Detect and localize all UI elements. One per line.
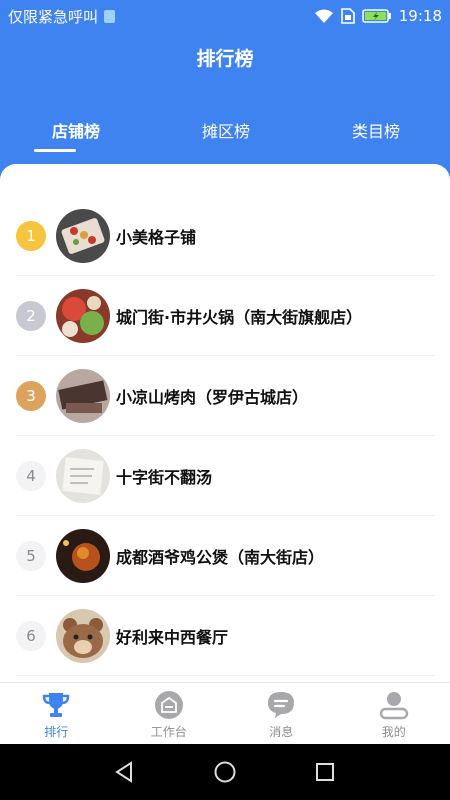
rank-badge: 3: [16, 380, 46, 411]
shop-name: 成都酒爷鸡公煲（南大街店）: [116, 547, 325, 567]
battery-icon: [362, 9, 391, 23]
clock-text: 19:18: [398, 7, 442, 25]
ranking-row[interactable]: 4 十字街不翻汤: [16, 436, 434, 516]
back-icon[interactable]: [112, 760, 136, 784]
nav-workbench[interactable]: 工作台: [113, 683, 226, 744]
nav-label: 消息: [269, 725, 294, 739]
page-title: 排行榜: [196, 48, 254, 70]
shop-name: 好利来中西餐厅: [116, 627, 229, 647]
ranking-row[interactable]: 6 好利来中西餐厅: [16, 596, 434, 676]
shop-name: 小凉山烤肉（罗伊古城店）: [116, 387, 309, 407]
shop-thumbnail: [56, 528, 110, 583]
ranking-list: 1 小美格子铺 2 城门街·市井火锅（南大街旗舰店） 3 小凉山烤肉（罗伊古城店…: [0, 164, 450, 676]
tab-category-ranking[interactable]: 类目榜: [321, 118, 431, 142]
shop-thumbnail: [56, 608, 110, 663]
carrier-text: 仅限紧急呼叫: [8, 7, 99, 26]
ranking-row[interactable]: 5 成都酒爷鸡公煲（南大街店）: [16, 516, 434, 596]
recent-apps-icon[interactable]: [313, 760, 337, 784]
shop-thumbnail: [56, 288, 110, 343]
nav-messages[interactable]: 消息: [225, 683, 338, 744]
rank-badge: 5: [16, 540, 46, 571]
rank-badge: 1: [16, 220, 46, 251]
rank-badge: 4: [16, 460, 46, 491]
status-bar: 仅限紧急呼叫 19:18: [0, 0, 450, 32]
rank-badge: 6: [16, 620, 46, 651]
profile-icon: [379, 690, 409, 720]
tab-shop-ranking[interactable]: 店铺榜: [21, 118, 131, 142]
message-icon: [266, 690, 296, 720]
bottom-nav: 排行 工作台 消息 我的: [0, 682, 450, 744]
ranking-card: 1 小美格子铺 2 城门街·市井火锅（南大街旗舰店） 3 小凉山烤肉（罗伊古城店…: [0, 164, 450, 684]
shop-thumbnail: [56, 208, 110, 263]
trophy-icon: [41, 690, 71, 720]
tab-bar: 店铺榜 摊区榜 类目榜: [0, 118, 450, 158]
home-icon[interactable]: [213, 760, 237, 784]
workbench-icon: [154, 690, 184, 720]
ranking-row[interactable]: 3 小凉山烤肉（罗伊古城店）: [16, 356, 434, 436]
active-tab-indicator: [34, 149, 76, 152]
ranking-row[interactable]: 2 城门街·市井火锅（南大街旗舰店）: [16, 276, 434, 356]
shop-name: 城门街·市井火锅（南大街旗舰店）: [116, 307, 363, 327]
tab-stall-ranking[interactable]: 摊区榜: [171, 118, 281, 142]
nav-label: 我的: [381, 725, 406, 739]
sim-icon: [104, 9, 116, 23]
nav-ranking[interactable]: 排行: [0, 683, 113, 744]
nav-profile[interactable]: 我的: [338, 683, 450, 744]
shop-name: 小美格子铺: [116, 227, 197, 247]
shop-name: 十字街不翻汤: [116, 467, 213, 487]
sim-card-icon: [340, 8, 355, 24]
shop-thumbnail: [56, 448, 110, 503]
nav-label: 排行: [44, 725, 69, 739]
nav-label: 工作台: [150, 725, 187, 739]
wifi-icon: [314, 9, 333, 23]
system-navigation-bar: [0, 744, 450, 800]
header: 仅限紧急呼叫 19:18 排行榜 店铺榜 摊区榜 类目榜: [0, 0, 450, 190]
ranking-row[interactable]: 1 小美格子铺: [16, 196, 434, 276]
shop-thumbnail: [56, 368, 110, 423]
rank-badge: 2: [16, 300, 46, 331]
